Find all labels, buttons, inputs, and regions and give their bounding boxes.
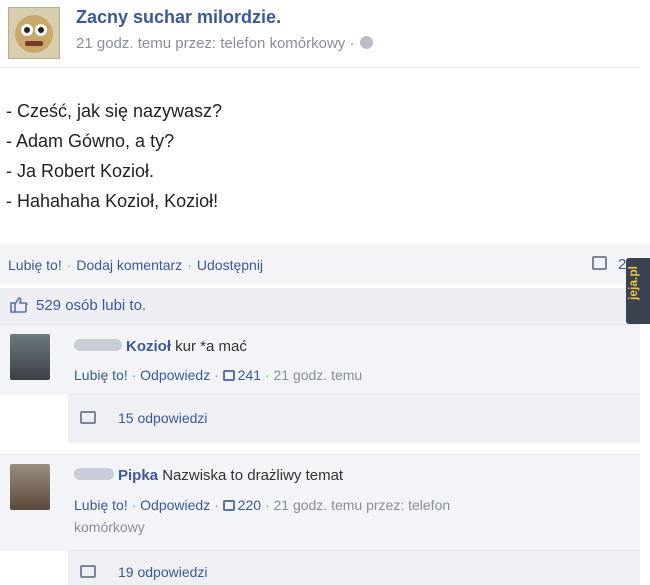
add-comment-link[interactable]: Dodaj komentarz: [76, 257, 182, 273]
comment-text: kur *a mać: [175, 338, 247, 355]
thumbs-up-icon: [222, 500, 235, 511]
thumbs-up-icon: [10, 297, 28, 318]
avatar[interactable]: [10, 464, 50, 510]
post-meta: 21 godz. temu przez: telefon komórkowy ·: [76, 35, 374, 52]
post-text: - Cześć, jak się nazywasz? - Adam Gówno,…: [6, 96, 222, 216]
watermark-logo: jeja.pl: [626, 258, 650, 324]
avatar[interactable]: [10, 334, 50, 380]
comment: [0, 324, 640, 395]
comment-author-link[interactable]: Kozioł: [126, 338, 171, 355]
comment-icon[interactable]: [592, 256, 607, 270]
like-link[interactable]: Lubię to!: [8, 257, 62, 273]
comment-meta: Lubię to! · Odpowiedz · 220 · 21 godz. t…: [74, 497, 451, 513]
comment-author-link[interactable]: Pipka: [118, 467, 158, 484]
comment-likes-count[interactable]: 241: [238, 367, 261, 383]
comment-time: 21 godz. temu przez: telefon: [273, 497, 451, 513]
comment-text: Nazwiska to drażliwy temat: [162, 467, 344, 484]
post-line: - Hahahaha Kozioł, Kozioł!: [6, 191, 219, 211]
likes-count-link[interactable]: 529 osób lubi to.: [36, 297, 146, 314]
comment-time: 21 godz. temu: [273, 367, 363, 383]
redacted-name: [74, 339, 122, 351]
page-avatar[interactable]: [8, 7, 60, 59]
share-link[interactable]: Udostępnij: [197, 257, 263, 273]
post-meta-text: 21 godz. temu przez: telefon komórkowy ·: [76, 35, 355, 52]
reply-link[interactable]: Odpowiedz: [140, 367, 210, 383]
thumbs-up-icon: [222, 370, 235, 381]
comment-meta: Lubię to! · Odpowiedz · 241 · 21 godz. t…: [74, 367, 363, 383]
watermark-text: jeja.pl: [626, 266, 640, 301]
reply-link[interactable]: Odpowiedz: [140, 497, 210, 513]
comment-body: Kozioł kur *a mać: [74, 338, 247, 355]
separator: ·: [66, 257, 72, 273]
comment-time-continued: komórkowy: [74, 519, 145, 535]
comment-like-link[interactable]: Lubię to!: [74, 497, 128, 513]
view-replies-link[interactable]: 19 odpowiedzi: [118, 564, 208, 580]
comment-likes-count[interactable]: 220: [238, 497, 261, 513]
redacted-name: [74, 468, 114, 480]
reply-icon: [80, 565, 96, 578]
page-name-link[interactable]: Zacny suchar milordzie.: [76, 7, 281, 28]
reply-icon: [80, 411, 96, 424]
separator: ·: [187, 257, 192, 273]
comment-like-link[interactable]: Lubię to!: [74, 367, 128, 383]
divider: [0, 67, 640, 68]
view-replies-link[interactable]: 15 odpowiedzi: [118, 410, 208, 426]
globe-icon[interactable]: [360, 36, 374, 49]
post-actions: Lubię to! · Dodaj komentarz · Udostępnij: [8, 257, 263, 273]
post-line: - Cześć, jak się nazywasz?: [6, 101, 223, 121]
post-line: - Adam Gówno, a ty?: [6, 131, 175, 151]
comment-body: Pipka Nazwiska to drażliwy temat: [74, 467, 343, 484]
post-line: - Ja Robert Kozioł.: [6, 161, 155, 181]
